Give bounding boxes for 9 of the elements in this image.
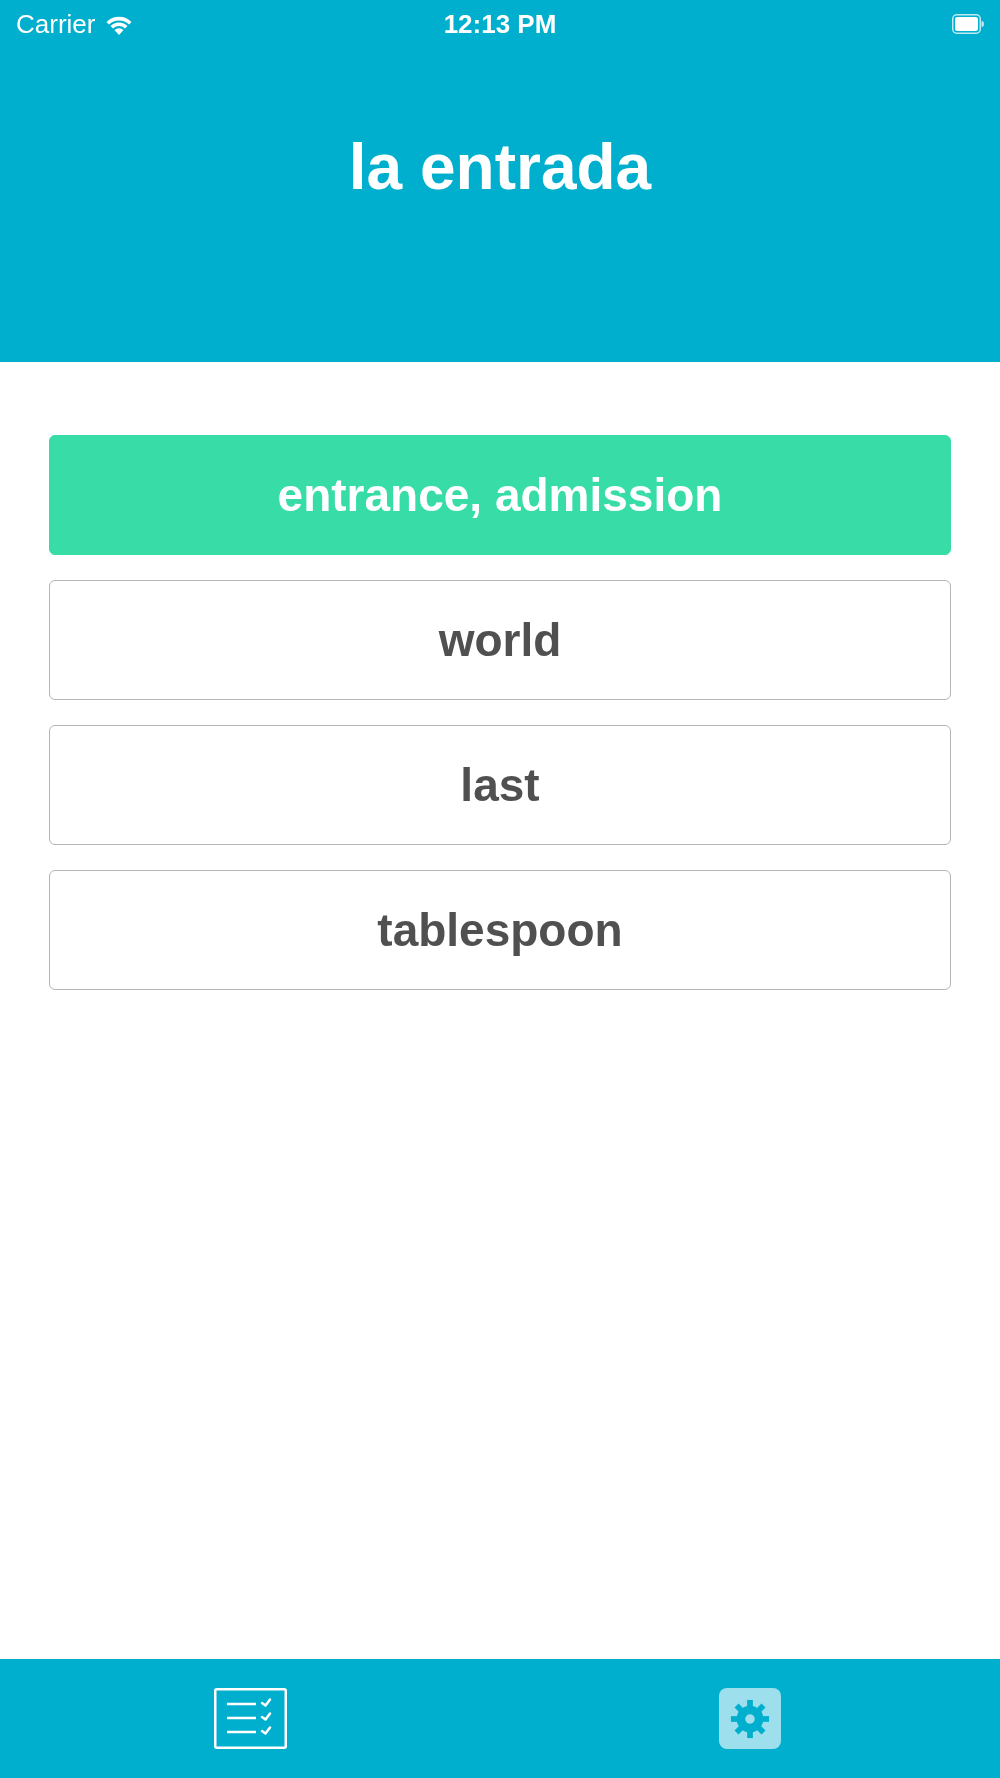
settings-icon (719, 1688, 781, 1749)
carrier-name: Carrier (16, 11, 96, 37)
answer-option[interactable]: world (49, 580, 951, 700)
answer-option[interactable]: last (49, 725, 951, 845)
word-title: la entrada (348, 130, 652, 204)
clock-time: 12:13 PM (443, 11, 557, 37)
checklist-icon (213, 1688, 287, 1749)
answer-option[interactable]: tablespoon (49, 870, 951, 990)
battery-icon (952, 14, 984, 34)
